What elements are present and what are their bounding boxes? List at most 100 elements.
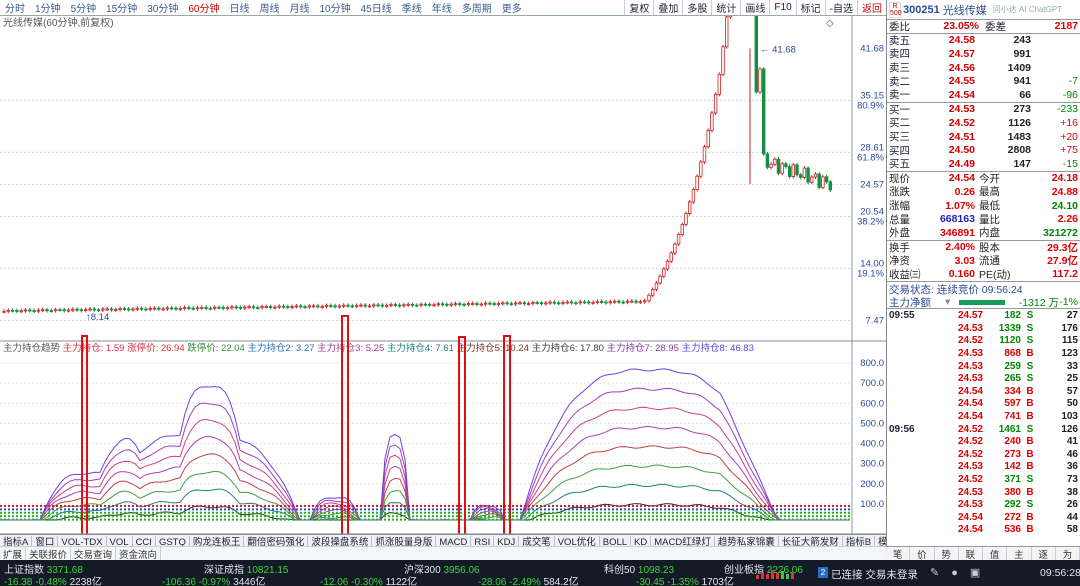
side-tab-5[interactable]: 主 [1007,547,1032,561]
candle-body [518,302,522,305]
candle-body [680,224,684,236]
tick-volume: 371 [1004,473,1021,485]
candle-body [621,301,625,304]
indicator-item-1: 涨停价: 26.94 [127,342,187,354]
candle-body [41,309,45,312]
asks-row-0[interactable]: 卖五 24.58 243 [887,34,1080,48]
asks-row-4[interactable]: 卖一 24.54 66 -96 [887,88,1080,102]
quote-label: 外盘 [889,227,910,240]
period-tab-2[interactable]: 5分钟 [66,0,102,15]
index-amount: 1703亿 [701,577,734,586]
candle-body [58,309,62,312]
tick-row-11: 24.52 273 B 46 [887,448,1080,461]
side-tab-3[interactable]: 联 [959,547,983,561]
period-tab-6[interactable]: 日线 [225,0,255,15]
ext-tab-3[interactable]: 资金流向 [116,547,162,560]
tool-icons[interactable]: ✎●▣ [930,566,992,579]
candle-body [406,303,410,306]
bids-row-0[interactable]: 买一 24.53 273 -233 [887,103,1080,117]
tick-price: 24.53 [957,499,983,511]
candle-body [49,310,53,312]
toolbar-button-8[interactable]: 返回 [857,0,886,15]
period-tab-0[interactable]: 分时 [0,0,30,15]
period-tab-7[interactable]: 周线 [255,0,285,15]
toolbar-button-5[interactable]: F10 [769,0,795,15]
candle-body [255,307,260,309]
period-tab-11[interactable]: 季线 [397,0,427,15]
period-tab-1[interactable]: 1分钟 [30,0,66,15]
candle-body [225,307,230,310]
candle-body [298,305,303,308]
tick-side: S [1026,499,1034,511]
toolbar-button-6[interactable]: 标记 [795,0,825,15]
tick-count: 25 [1066,373,1078,385]
side-tab-4[interactable]: 值 [983,547,1008,561]
candle-body [806,167,810,183]
side-tab-7[interactable]: 为 [1056,547,1080,561]
period-tab-12[interactable]: 年线 [427,0,457,15]
bids-row-1[interactable]: 买二 24.52 1126 +16 [887,116,1080,130]
indicator-item-4: 主力持仓3: 5.25 [317,342,387,354]
asks-row-2[interactable]: 卖三 24.56 1409 [887,61,1080,75]
quote-panel: R 500 300251 光线传媒 问小达 AI ChatGPT 委比 23.05%… [886,0,1080,560]
toolbar-button-0[interactable]: 复权 [624,0,653,15]
side-tab-1[interactable]: 价 [910,547,935,561]
side-tab-0[interactable]: 笔 [886,547,911,561]
ind-tick-1: 700.0 [860,378,884,389]
tick-side: S [1026,335,1034,347]
period-tab-13[interactable]: 多周期 [457,0,497,15]
period-tab-14[interactable]: 更多 [497,0,527,15]
tick-price: 24.52 [957,423,983,435]
ext-tab-1[interactable]: 关联报价 [26,547,72,560]
chart-diamond-icon: ◇ [826,18,834,29]
toolbar-button-3[interactable]: 统计 [711,0,740,15]
book-volume: 991 [1013,47,1031,60]
tick-row-9: 09:56 24.52 1461 S 126 [887,423,1080,436]
ai-hint[interactable]: 问小达 AI ChatGPT [993,4,1062,15]
tick-side: S [1026,373,1034,385]
netflow-settings-icon[interactable]: ▾ [945,296,955,308]
tick-price: 24.57 [957,310,983,322]
candle-body [311,305,316,308]
side-tab-6[interactable]: 逐 [1032,547,1056,561]
period-tab-10[interactable]: 45日线 [356,0,397,15]
quote-value: 0.160 [948,268,975,281]
tick-count: 176 [1061,322,1078,334]
low-label: ↑8.14 [86,312,109,323]
candle-body [96,309,101,312]
connection-icon[interactable]: 2 [818,567,828,578]
candle-body [669,252,673,262]
tick-volume: 536 [1004,524,1021,536]
candle-body [522,302,526,305]
candle-body [557,302,561,305]
bids-row-3[interactable]: 买四 24.50 2808 +75 [887,143,1080,157]
ext-tab-2[interactable]: 交易查询 [71,547,117,560]
tick-count: 26 [1066,499,1078,511]
connection-status[interactable]: 已连接 交易未登录 [831,567,918,582]
book-price: 24.55 [948,75,975,88]
candle-body [268,306,273,308]
period-tab-9[interactable]: 10分钟 [315,0,356,15]
ext-tab-0[interactable]: 扩展 [0,547,27,560]
candle-body [427,303,432,306]
side-tab-2[interactable]: 势 [935,547,959,561]
asks-row-3[interactable]: 卖二 24.55 941 -7 [887,74,1080,88]
candle-body [479,303,483,306]
kline-chart[interactable]: 光线传媒(60分钟,前复权) ◇41.6835.1580.9%28.6161.8%… [0,16,886,546]
toolbar-button-1[interactable]: 叠加 [653,0,682,15]
period-tab-3[interactable]: 15分钟 [101,0,142,15]
bids-row-2[interactable]: 买三 24.51 1483 +20 [887,130,1080,144]
period-tab-4[interactable]: 30分钟 [142,0,183,15]
tick-price: 24.52 [957,436,983,448]
toolbar-button-4[interactable]: 画线 [740,0,769,15]
period-tab-5[interactable]: 60分钟 [183,0,224,15]
period-tab-8[interactable]: 月线 [285,0,315,15]
candle-body [359,304,363,307]
asks-row-1[interactable]: 卖四 24.57 991 [887,47,1080,61]
candle-body [725,16,729,48]
index-change: -28.06 -2.49% [478,577,544,586]
bids-row-4[interactable]: 买五 24.49 147 -15 [887,157,1080,171]
candle-body [23,309,28,312]
toolbar-button-2[interactable]: 多股 [682,0,711,15]
toolbar-button-7[interactable]: -自选 [824,0,857,15]
